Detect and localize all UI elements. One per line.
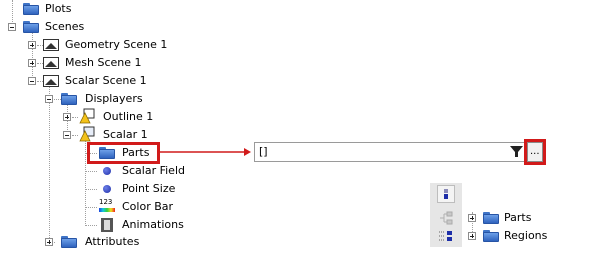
- tree-item-mesh-scene[interactable]: Mesh Scene 1: [65, 56, 142, 70]
- tree-item-displayers[interactable]: Displayers: [85, 92, 143, 106]
- tree-item-plots[interactable]: Plots: [45, 2, 71, 16]
- tree-guide: [72, 135, 78, 136]
- tree-guide: [85, 171, 97, 172]
- color-bar-icon: 123: [99, 198, 115, 214]
- scene-icon: [43, 39, 59, 51]
- tree-guide: [49, 86, 50, 242]
- folder-icon: [23, 3, 39, 15]
- tree-item-point-size[interactable]: Point Size: [122, 182, 175, 196]
- parts-highlight-box: [87, 142, 160, 164]
- folder-icon: [23, 21, 39, 33]
- property-icon: [103, 167, 111, 175]
- folder-icon: [61, 93, 77, 105]
- color-bar-icon-text: 123: [99, 198, 113, 206]
- expand-icon[interactable]: [28, 59, 36, 67]
- film-icon: [101, 218, 113, 232]
- scene-icon: [43, 75, 59, 87]
- tree-guide: [32, 30, 33, 82]
- parts-value-text: []: [259, 145, 268, 158]
- scene-icon: [43, 57, 59, 69]
- hierarchy-icon[interactable]: [438, 211, 454, 225]
- expand-icon[interactable]: [468, 232, 476, 240]
- browse-highlight-box: [524, 139, 546, 165]
- toolbar-button-tree-mode[interactable]: [437, 185, 455, 203]
- collapse-icon[interactable]: [45, 95, 53, 103]
- property-icon: [103, 185, 111, 193]
- expand-icon[interactable]: [28, 41, 36, 49]
- tree-guide: [85, 189, 97, 190]
- tree-item-color-bar[interactable]: Color Bar: [122, 200, 173, 214]
- parts-value-field[interactable]: []: [254, 142, 525, 162]
- folder-icon: [483, 212, 499, 224]
- flat-list-icon[interactable]: [438, 229, 454, 243]
- collapse-icon[interactable]: [28, 77, 36, 85]
- color-bar-gradient: [99, 208, 115, 212]
- selector-item-parts[interactable]: Parts: [504, 211, 531, 225]
- folder-icon: [483, 230, 499, 242]
- tree-item-scalar[interactable]: Scalar 1: [103, 128, 148, 142]
- collapse-icon[interactable]: [8, 23, 16, 31]
- expand-icon[interactable]: [45, 238, 53, 246]
- tree-item-animations[interactable]: Animations: [122, 218, 184, 232]
- tree-item-scenes[interactable]: Scenes: [45, 20, 84, 34]
- callout-arrow: [160, 148, 251, 156]
- filter-icon[interactable]: [510, 145, 523, 158]
- tree-item-scalar-field[interactable]: Scalar Field: [122, 164, 185, 178]
- tree-item-scalar-scene[interactable]: Scalar Scene 1: [65, 74, 147, 88]
- tree-mode-icon: [444, 189, 448, 199]
- expand-icon[interactable]: [468, 214, 476, 222]
- tree-guide: [72, 117, 78, 118]
- expand-icon[interactable]: [63, 113, 71, 121]
- outline-displayer-icon: [79, 108, 95, 124]
- tree-item-outline[interactable]: Outline 1: [103, 110, 153, 124]
- folder-icon: [61, 236, 77, 248]
- collapse-icon[interactable]: [63, 131, 71, 139]
- selector-toolbar: [430, 183, 462, 247]
- tree-item-attributes[interactable]: Attributes: [85, 235, 139, 249]
- selector-item-regions[interactable]: Regions: [504, 229, 547, 243]
- scalar-displayer-icon: [79, 126, 95, 142]
- tree-item-geometry-scene[interactable]: Geometry Scene 1: [65, 38, 167, 52]
- tree-guide: [85, 207, 97, 208]
- tree-guide: [85, 225, 97, 226]
